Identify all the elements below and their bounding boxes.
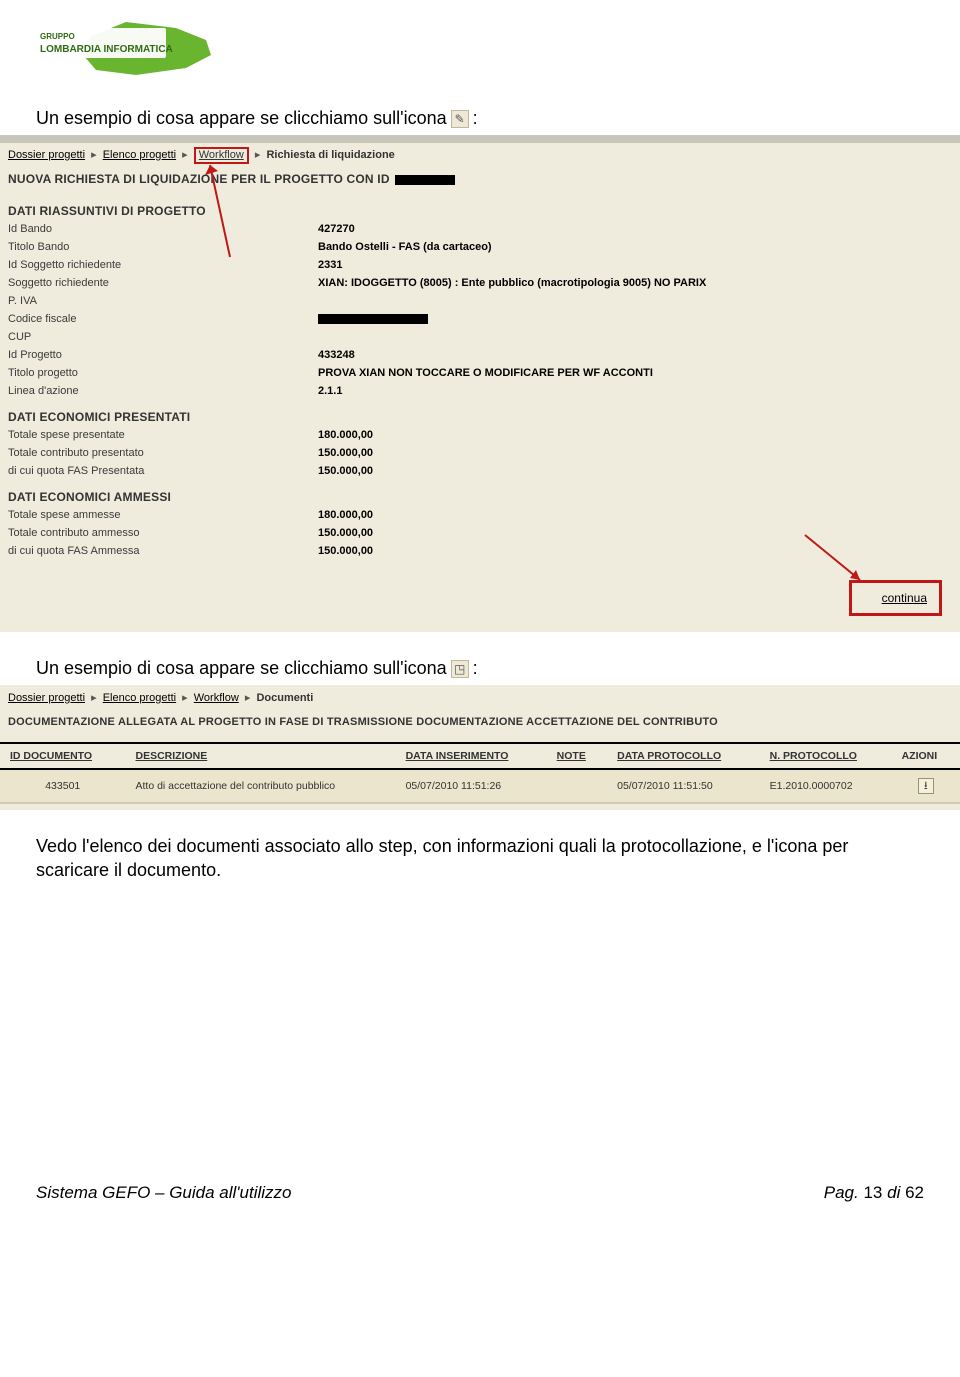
continue-wrap: continua (0, 560, 960, 624)
field-label: Totale spese presentate (8, 429, 318, 441)
panel-title: NUOVA RICHIESTA DI LIQUIDAZIONE PER IL P… (0, 166, 960, 194)
cell-id: 433501 (0, 769, 126, 803)
redacted-bar (318, 314, 428, 324)
edit-icon: ✎ (451, 110, 469, 128)
field-value: 2.1.1 (318, 385, 952, 397)
field-label: P. IVA (8, 295, 318, 307)
fields-group-2: Totale spese presentate180.000,00 Totale… (0, 426, 960, 480)
field-label: di cui quota FAS Presentata (8, 465, 318, 477)
col-note[interactable]: NOTE (547, 743, 607, 769)
field-value: 433248 (318, 349, 952, 361)
body-paragraph: Vedo l'elenco dei documenti associato al… (36, 834, 924, 883)
field-value: 180.000,00 (318, 509, 952, 521)
fields-group-3: Totale spese ammesse180.000,00 Totale co… (0, 506, 960, 560)
intro-text-2: Un esempio di cosa appare se clicchiamo … (36, 658, 924, 679)
breadcrumb-sep-icon: ▸ (88, 692, 100, 704)
field-label: di cui quota FAS Ammessa (8, 545, 318, 557)
col-id[interactable]: ID DOCUMENTO (0, 743, 126, 769)
intro1-prefix: Un esempio di cosa appare se clicchiamo … (36, 108, 447, 129)
field-label: Id Progetto (8, 349, 318, 361)
breadcrumb-item[interactable]: Elenco progetti (103, 692, 176, 704)
continue-highlight-box: continua (849, 580, 942, 616)
section-header: DATI ECONOMICI AMMESSI (0, 480, 960, 506)
breadcrumb-item[interactable]: Workflow (194, 692, 239, 704)
cell-descr: Atto di accettazione del contributo pubb… (126, 769, 396, 803)
field-value: 150.000,00 (318, 447, 952, 459)
intro-text-1: Un esempio di cosa appare se clicchiamo … (36, 108, 924, 129)
breadcrumb-item[interactable]: Elenco progetti (103, 149, 176, 161)
table-header-row: ID DOCUMENTO DESCRIZIONE DATA INSERIMENT… (0, 743, 960, 769)
footer-title: Sistema GEFO – Guida all'utilizzo (36, 1183, 292, 1203)
breadcrumb-current: Documenti (256, 692, 313, 704)
section-header: DATI RIASSUNTIVI DI PROGETTO (0, 194, 960, 220)
field-value: 2331 (318, 259, 952, 271)
screenshot-documents: Dossier progetti ▸ Elenco progetti ▸ Wor… (0, 685, 960, 810)
field-value: 150.000,00 (318, 545, 952, 557)
field-value: 150.000,00 (318, 527, 952, 539)
field-value: PROVA XIAN NON TOCCARE O MODIFICARE PER … (318, 367, 952, 379)
documents-icon: ◳ (451, 660, 469, 678)
screenshot-workflow: Dossier progetti ▸ Elenco progetti ▸ Wor… (0, 135, 960, 632)
intro2-suffix: : (473, 658, 478, 679)
gray-bar (0, 135, 960, 143)
breadcrumb-2: Dossier progetti ▸ Elenco progetti ▸ Wor… (0, 685, 960, 706)
col-data-prot[interactable]: DATA PROTOCOLLO (607, 743, 760, 769)
field-value: 427270 (318, 223, 952, 235)
breadcrumb-item-workflow-highlighted[interactable]: Workflow (194, 147, 249, 164)
intro1-suffix: : (473, 108, 478, 129)
panel-title: DOCUMENTAZIONE ALLEGATA AL PROGETTO IN F… (0, 706, 960, 742)
field-label: Id Soggetto richiedente (8, 259, 318, 271)
breadcrumb-item[interactable]: Dossier progetti (8, 149, 85, 161)
fields-group-1: Id Bando427270 Titolo BandoBando Ostelli… (0, 220, 960, 400)
field-label: Titolo Bando (8, 241, 318, 253)
table-row: 433501 Atto di accettazione del contribu… (0, 769, 960, 803)
field-label: CUP (8, 331, 318, 343)
cell-n-prot: E1.2010.0000702 (760, 769, 892, 803)
field-label: Titolo progetto (8, 367, 318, 379)
field-value: 150.000,00 (318, 465, 952, 477)
breadcrumb-1: Dossier progetti ▸ Elenco progetti ▸ Wor… (0, 143, 960, 166)
footer-page: Pag. 13 di 62 (824, 1183, 924, 1203)
breadcrumb-sep-icon: ▸ (242, 692, 254, 704)
breadcrumb-current: Richiesta di liquidazione (266, 149, 394, 161)
cell-data-ins: 05/07/2010 11:51:26 (396, 769, 547, 803)
field-value: Bando Ostelli - FAS (da cartaceo) (318, 241, 952, 253)
field-label: Linea d'azione (8, 385, 318, 397)
col-azioni: AZIONI (892, 743, 960, 769)
cell-note (547, 769, 607, 803)
redacted-bar (395, 175, 455, 185)
logo-line2: LOMBARDIA INFORMATICA (40, 44, 173, 55)
field-value (318, 295, 952, 307)
cell-data-prot: 05/07/2010 11:51:50 (607, 769, 760, 803)
field-label: Codice fiscale (8, 313, 318, 325)
field-label: Totale spese ammesse (8, 509, 318, 521)
field-value: 180.000,00 (318, 429, 952, 441)
field-value (318, 313, 952, 325)
cell-azioni: ⭳ (892, 769, 960, 803)
continue-button[interactable]: continua (882, 591, 927, 605)
breadcrumb-sep-icon: ▸ (88, 149, 100, 161)
col-data-ins[interactable]: DATA INSERIMENTO (396, 743, 547, 769)
breadcrumb-sep-icon: ▸ (179, 692, 191, 704)
field-value (318, 331, 952, 343)
logo-line1: GRUPPO (40, 32, 75, 41)
col-descr[interactable]: DESCRIZIONE (126, 743, 396, 769)
intro2-prefix: Un esempio di cosa appare se clicchiamo … (36, 658, 447, 679)
col-n-prot[interactable]: N. PROTOCOLLO (760, 743, 892, 769)
breadcrumb-sep-icon: ▸ (252, 149, 264, 161)
breadcrumb-sep-icon: ▸ (179, 149, 191, 161)
breadcrumb-item[interactable]: Dossier progetti (8, 692, 85, 704)
field-label: Totale contributo presentato (8, 447, 318, 459)
field-label: Id Bando (8, 223, 318, 235)
field-value: XIAN: IDOGGETTO (8005) : Ente pubblico (… (318, 277, 952, 289)
documents-table: ID DOCUMENTO DESCRIZIONE DATA INSERIMENT… (0, 742, 960, 804)
section-header: DATI ECONOMICI PRESENTATI (0, 400, 960, 426)
logo: GRUPPO LOMBARDIA INFORMATICA (36, 20, 924, 80)
field-label: Totale contributo ammesso (8, 527, 318, 539)
download-icon[interactable]: ⭳ (918, 778, 934, 794)
field-label: Soggetto richiedente (8, 277, 318, 289)
